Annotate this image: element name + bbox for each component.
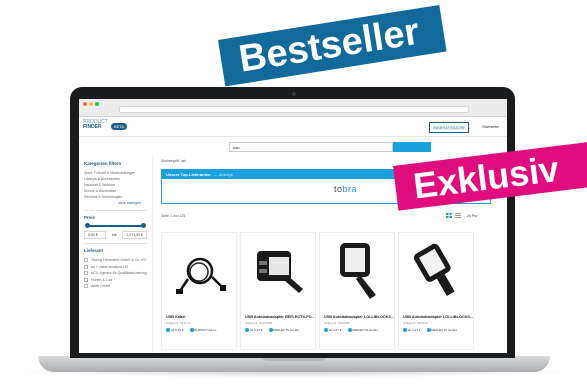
car-charger-image (340, 243, 376, 299)
filter-sidebar: Kategorien filtern Sport, Freizeit & Ver… (79, 157, 153, 353)
product-price-value: ab 3,27 € (408, 328, 421, 332)
usb-cable-image (176, 257, 226, 294)
show-more-link[interactable]: mehr anzeigen (84, 200, 147, 206)
price-separator: bis (111, 233, 117, 237)
app-header: PRODUCT FINDER BETA INSERAT/SUCHE Starts… (79, 117, 507, 137)
close-window-icon[interactable] (83, 102, 87, 106)
product-card[interactable]: USB Autoladeadapter REFLECTS-FO... Artik… (240, 232, 316, 350)
beta-badge: BETA (111, 123, 128, 130)
price-min-input[interactable]: 0,00 € (84, 231, 106, 239)
price-icon (403, 328, 407, 333)
car-charger-image (257, 251, 303, 293)
slider-min-handle[interactable] (85, 223, 90, 228)
price-title: Preis (84, 215, 96, 220)
product-grid: USB Kabel Artikel-Nr. 6371-01 ab 0,55 € … (161, 232, 474, 350)
grid-view-icon[interactable] (446, 213, 452, 218)
product-article-number: Artikel-Nr. 0143-0B (324, 321, 350, 325)
product-price: ab 3,27 € (403, 328, 421, 333)
car-charger-image (413, 243, 455, 296)
product-title[interactable]: USB Autoladeadapter LOLLIBLOCKS... (403, 315, 473, 319)
product-supplier-name: REFLECTS GmbH (273, 328, 299, 332)
product-finder-logo[interactable]: PRODUCT FINDER (83, 120, 108, 130)
product-supplier-name: EUROSTYLE G... (194, 328, 219, 332)
price-range-slider[interactable] (85, 223, 146, 228)
supplier-icon (268, 328, 273, 333)
tobra-logo[interactable]: tobra (334, 184, 357, 194)
product-article-number: Artikel-Nr. 0143-05B (245, 321, 273, 325)
price-icon (245, 328, 249, 333)
supplier-checkbox[interactable]: Arlett GmbH (84, 283, 147, 290)
inserat-suche-button[interactable]: INSERAT/SUCHE (429, 122, 470, 133)
address-bar[interactable] (119, 106, 469, 113)
divider (84, 210, 147, 211)
product-price: ab 3,27 € (324, 328, 342, 333)
product-supplier-name: REFLECTS GmbH (431, 328, 457, 332)
product-article-number: Artikel-Nr. 0143-04 (403, 321, 429, 325)
supplier-icon (426, 328, 431, 333)
product-card[interactable]: USB Kabel Artikel-Nr. 6371-01 ab 0,55 € … (161, 232, 237, 350)
tobra-logo-part1: to (334, 184, 343, 194)
slider-max-handle[interactable] (141, 223, 146, 228)
tobra-logo-part2: bra (342, 184, 358, 194)
categories-title: Kategorien filtern (84, 161, 122, 166)
product-title[interactable]: USB Autoladeadapter REFLECTS-FO... (245, 315, 315, 319)
top-suppliers-subtitle: — Anzeige (213, 172, 233, 177)
product-supplier: EUROSTYLE G... (189, 328, 219, 333)
product-supplier: REFLECTS GmbH (268, 328, 299, 333)
product-price-value: ab 3,27 € (250, 328, 263, 332)
checkbox-icon[interactable] (84, 277, 88, 282)
product-meta: ab 3,27 € REFLECTS GmbH (403, 328, 457, 333)
supplier-icon (347, 328, 352, 333)
checkbox-icon[interactable] (84, 258, 88, 262)
breadcrumb: Suchbegriff: usb (161, 159, 187, 163)
divider (84, 243, 147, 244)
product-meta: ab 0,55 € EUROSTYLE G... (166, 328, 219, 333)
price-icon (324, 328, 328, 333)
maximize-window-icon[interactable] (95, 102, 99, 106)
price-max-input[interactable]: 1.071,00 € (122, 231, 147, 239)
checkbox-icon[interactable] (84, 264, 88, 269)
top-suppliers-title: Unsere Top-Lieferanten (166, 172, 211, 177)
search-input[interactable]: usb (229, 142, 393, 152)
product-title[interactable]: USB Kabel (166, 315, 185, 319)
logo-line2: FINDER (83, 124, 102, 130)
product-price: ab 0,55 € (166, 328, 184, 333)
page-info: Seite 1 von 125 (161, 214, 186, 218)
product-card[interactable]: USB Autoladeadapter LOLLIBLOCKS... Artik… (398, 232, 474, 350)
checkbox-icon[interactable] (84, 271, 88, 275)
product-supplier: REFLECTS GmbH (347, 328, 378, 333)
product-meta: ab 3,27 € REFLECTS GmbH (324, 328, 378, 333)
laptop-screen: PRODUCT FINDER BETA INSERAT/SUCHE Starts… (79, 99, 507, 353)
product-title[interactable]: USB Autoladeadapter LOLLIBLOCKS... (324, 315, 394, 319)
price-range-inputs: 0,00 € bis 1.071,00 € (84, 231, 147, 239)
product-article-number: Artikel-Nr. 6371-01 (166, 321, 192, 325)
product-supplier-name: REFLECTS GmbH (352, 328, 378, 332)
list-view-icon[interactable] (455, 213, 461, 218)
supplier-label: Arlett GmbH (91, 284, 111, 288)
product-price-value: ab 3,27 € (329, 328, 342, 332)
product-supplier: REFLECTS GmbH (426, 328, 457, 333)
product-meta: ab 3,27 € REFLECTS GmbH (245, 328, 299, 333)
minimize-window-icon[interactable] (89, 102, 93, 106)
search-button[interactable] (393, 142, 431, 152)
product-price: ab 3,27 € (245, 328, 263, 333)
camera-icon (292, 92, 296, 96)
product-price-value: ab 0,55 € (171, 328, 184, 332)
suppliers-title: Lieferant (84, 248, 104, 253)
per-page-select[interactable]: 24 Pro (467, 214, 477, 218)
startseite-link[interactable]: Startseite (479, 122, 502, 131)
bestseller-banner: Bestseller (218, 4, 447, 87)
product-card[interactable]: USB Autoladeadapter LOLLIBLOCKS... Artik… (319, 232, 395, 350)
browser-chrome (79, 99, 507, 117)
supplier-icon (189, 328, 194, 333)
checkbox-icon[interactable] (84, 284, 88, 288)
price-icon (166, 328, 170, 333)
